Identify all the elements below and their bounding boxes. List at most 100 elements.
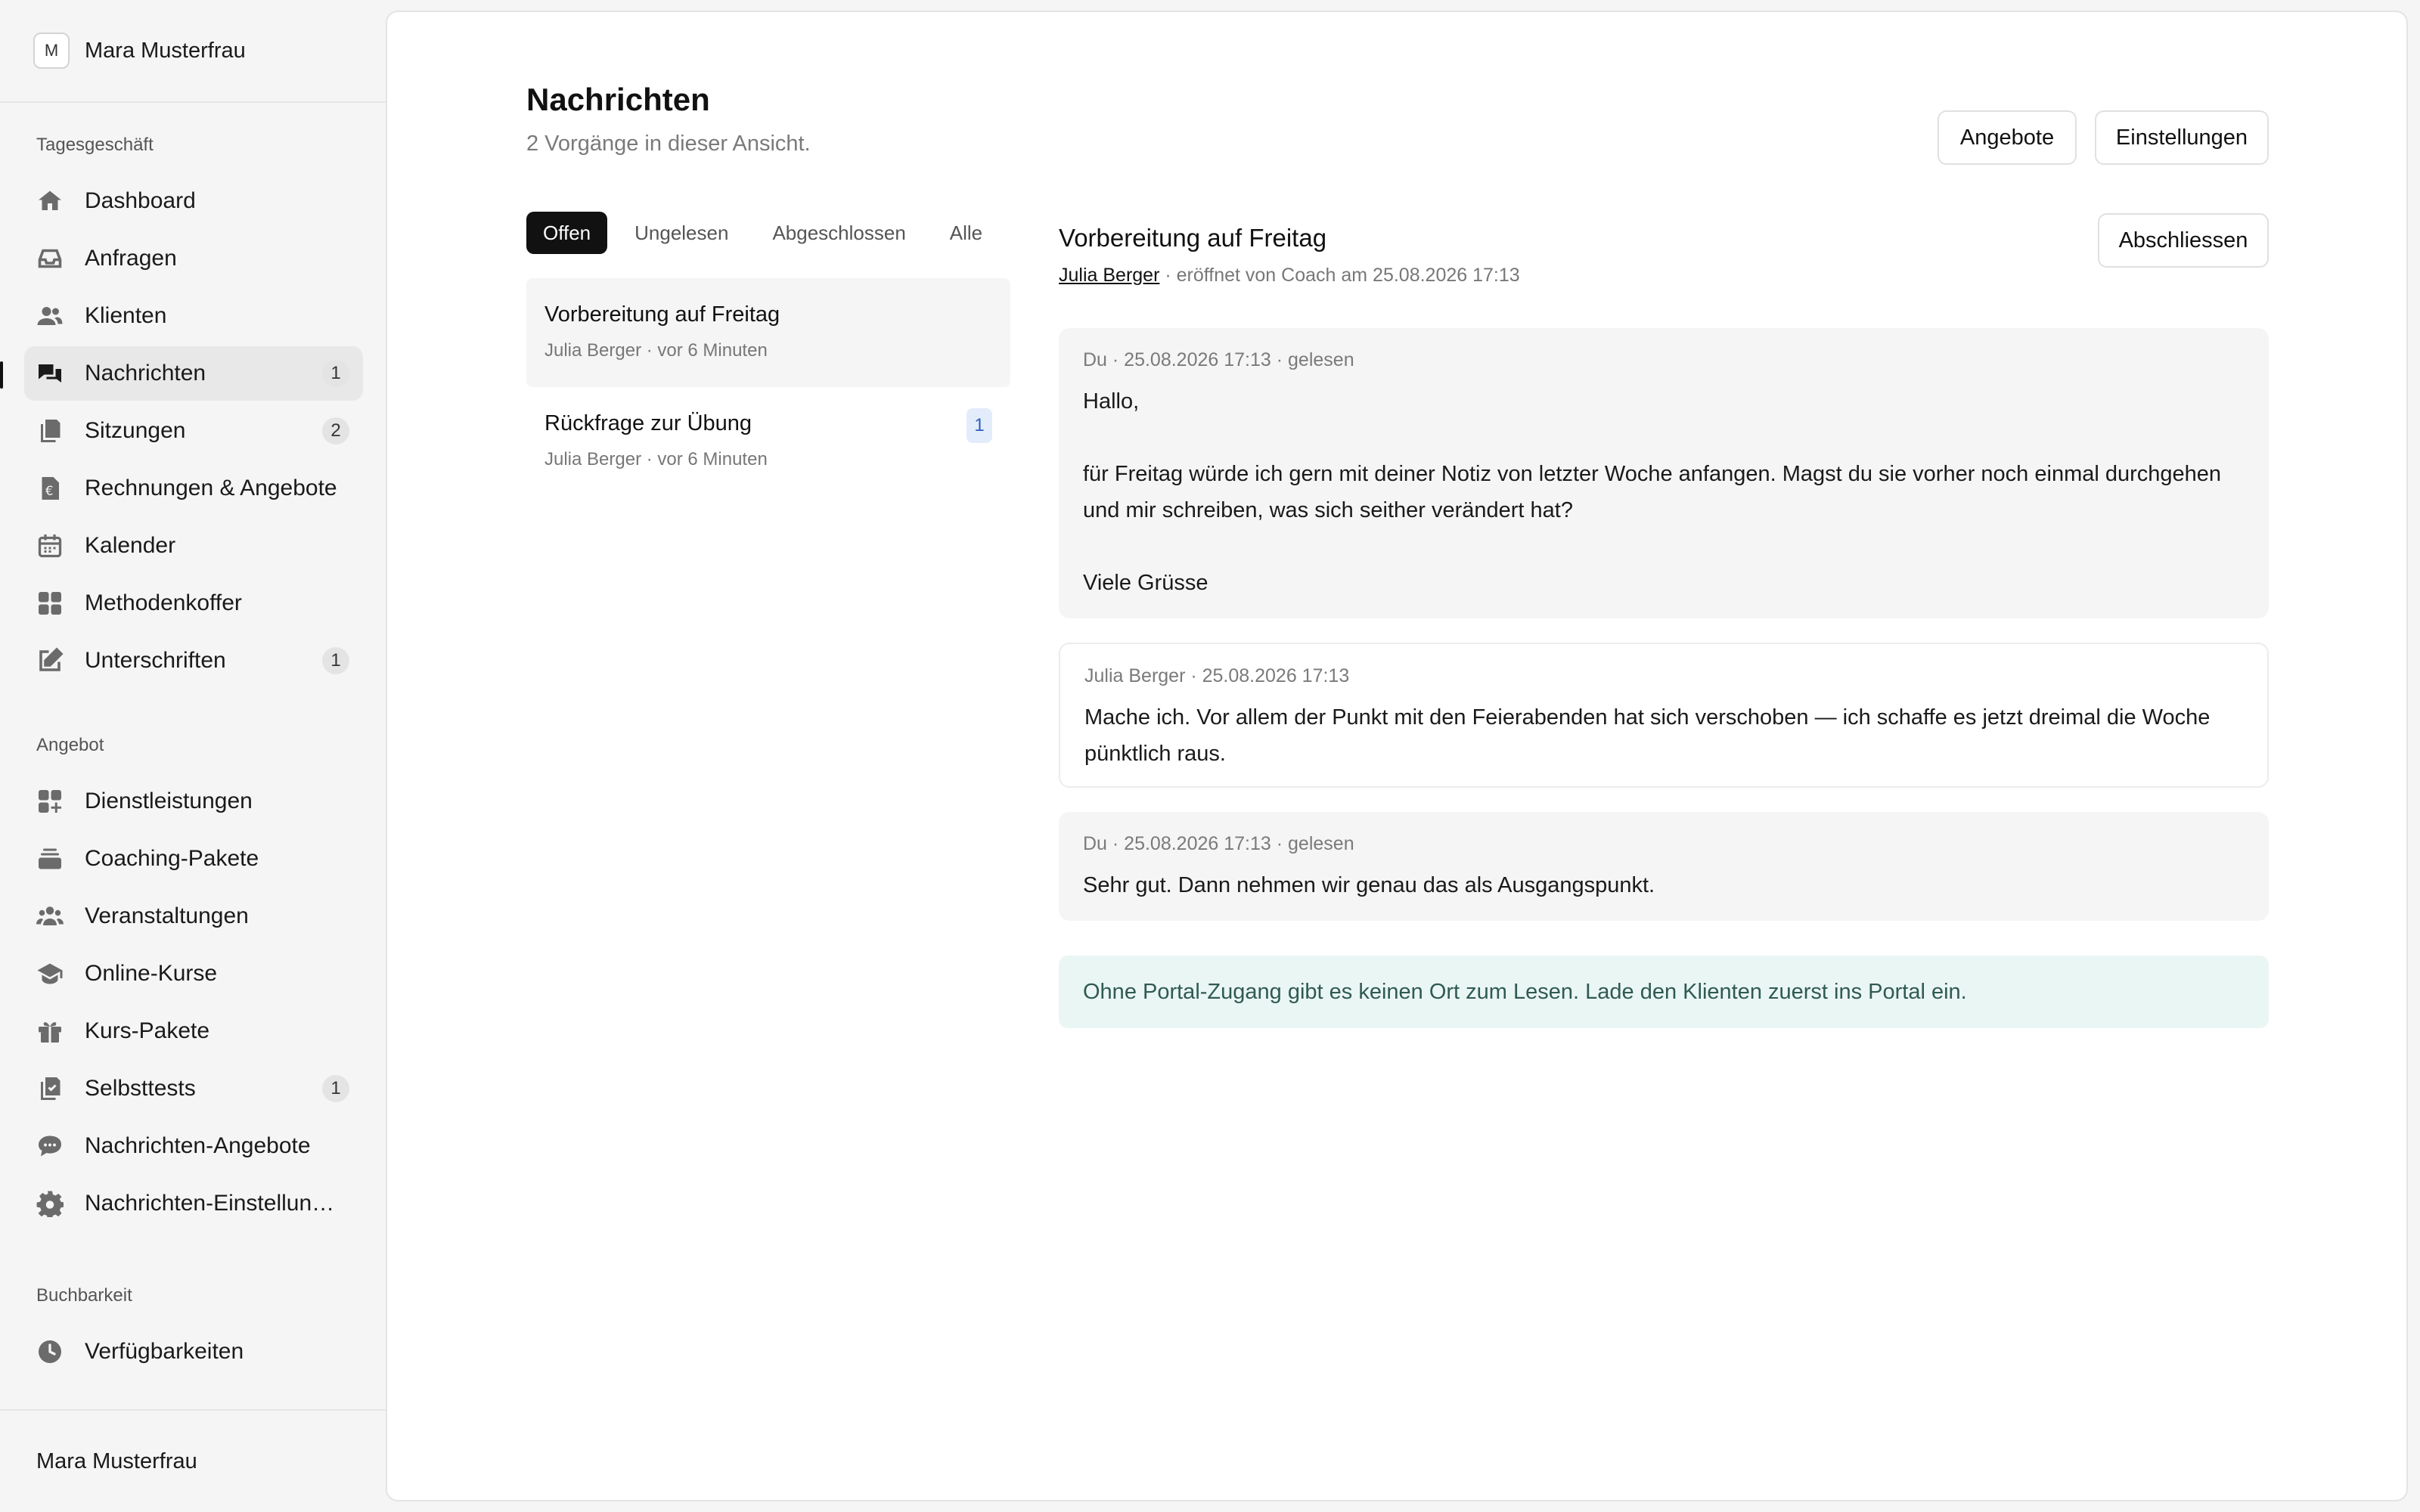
sidebar-item-anfragen[interactable]: Anfragen: [24, 231, 363, 286]
section-label-daily: Tagesgeschäft: [36, 135, 154, 155]
euro-document-icon: €: [36, 475, 64, 502]
sidebar-item-label: Dienstleistungen: [85, 789, 253, 813]
page-subtitle: 2 Vorgänge in dieser Ansicht.: [526, 132, 811, 156]
page-title: Nachrichten: [526, 82, 710, 117]
main-panel: Nachrichten 2 Vorgänge in dieser Ansicht…: [386, 11, 2408, 1501]
sidebar-item-verfuegbarkeiten[interactable]: Verfügbarkeiten: [24, 1325, 363, 1379]
thread-meta: Julia Berger · vor 6 Minuten: [544, 449, 768, 469]
message-meta: Du · 25.08.2026 17:13 · gelesen: [1083, 349, 1354, 370]
account-switcher[interactable]: M Mara Musterfrau: [0, 0, 386, 103]
sidebar-item-dashboard[interactable]: Dashboard: [24, 174, 363, 228]
sidebar-item-nachrichten-einstellungen[interactable]: Nachrichten-Einstellung…: [24, 1176, 363, 1231]
portal-access-notice: Ohne Portal-Zugang gibt es keinen Ort zu…: [1059, 956, 2269, 1028]
sidebar-item-nachrichten[interactable]: Nachrichten 1: [24, 346, 363, 401]
close-thread-button[interactable]: Abschliessen: [2098, 213, 2269, 268]
sidebar-item-klienten[interactable]: Klienten: [24, 289, 363, 343]
calendar-icon: [36, 532, 64, 559]
sidebar-item-kalender[interactable]: Kalender: [24, 519, 363, 573]
thread-title: Rückfrage zur Übung: [544, 411, 752, 435]
users-icon: [36, 302, 64, 330]
speech-bubble-icon: [36, 1132, 64, 1160]
message-body: Hallo, für Freitag würde ich gern mit de…: [1083, 389, 2222, 595]
tab-alle[interactable]: Alle: [933, 212, 999, 254]
sidebar-item-label: Coaching-Pakete: [85, 846, 259, 871]
chat-bubbles-icon: [36, 360, 64, 387]
client-link[interactable]: Julia Berger: [1059, 265, 1159, 286]
account-name: Mara Musterfrau: [85, 38, 246, 63]
tab-offen[interactable]: Offen: [526, 212, 608, 254]
sidebar-item-label: Online-Kurse: [85, 961, 218, 986]
graduation-cap-icon: [36, 960, 64, 987]
documents-icon: [36, 417, 64, 445]
inbox-icon: [36, 245, 64, 272]
sidebar-item-label: Sitzungen: [85, 418, 186, 443]
sidebar-item-nachrichten-angebote[interactable]: Nachrichten-Angebote: [24, 1119, 363, 1173]
message-meta: Du · 25.08.2026 17:13 · gelesen: [1083, 833, 1354, 854]
offers-button[interactable]: Angebote: [1938, 110, 2077, 165]
settings-button[interactable]: Einstellungen: [2095, 110, 2269, 165]
sidebar-item-veranstaltungen[interactable]: Veranstaltungen: [24, 889, 363, 943]
conversation-meta: Julia Berger · eröffnet von Coach am 25.…: [1059, 265, 1520, 287]
sidebar-item-coaching-pakete[interactable]: Coaching-Pakete: [24, 832, 363, 886]
pencil-square-icon: [36, 647, 64, 674]
sidebar-item-label: Klienten: [85, 303, 167, 328]
home-icon: [36, 187, 64, 215]
clock-icon: [36, 1338, 64, 1365]
grid-icon: [36, 590, 64, 617]
thread-meta: Julia Berger · vor 6 Minuten: [544, 340, 768, 361]
message-incoming: Julia Berger · 25.08.2026 17:13 Mache ic…: [1059, 643, 2269, 788]
thread-list-item[interactable]: Rückfrage zur Übung Julia Berger · vor 6…: [526, 387, 1010, 496]
thread-title: Vorbereitung auf Freitag: [544, 302, 780, 327]
sidebar-item-sitzungen[interactable]: Sitzungen 2: [24, 404, 363, 458]
sidebar-item-label: Unterschriften: [85, 648, 226, 673]
sidebar-footer-user[interactable]: Mara Musterfrau: [0, 1409, 386, 1512]
stack-icon: [36, 845, 64, 872]
sidebar-nav[interactable]: Tagesgeschäft Dashboard Anfragen Kliente…: [0, 104, 386, 1408]
sidebar-item-dienstleistungen[interactable]: Dienstleistungen: [24, 774, 363, 829]
conversation-meta-text: · eröffnet von Coach am 25.08.2026 17:13: [1159, 265, 1520, 286]
message-outgoing: Du · 25.08.2026 17:13 · gelesen Hallo, f…: [1059, 328, 2269, 618]
sidebar-item-label: Rechnungen & Angebote: [85, 476, 337, 500]
thread-list-item[interactable]: Vorbereitung auf Freitag Julia Berger · …: [526, 278, 1010, 387]
sidebar-item-label: Dashboard: [85, 188, 196, 213]
message-meta: Julia Berger · 25.08.2026 17:13: [1084, 665, 1350, 686]
sidebar-item-label: Verfügbarkeiten: [85, 1339, 244, 1364]
message-body: Sehr gut. Dann nehmen wir genau das als …: [1083, 873, 1655, 897]
sidebar-item-label: Veranstaltungen: [85, 903, 249, 928]
unread-badge: 1: [966, 408, 992, 443]
sidebar-item-label: Nachrichten-Einstellung…: [85, 1191, 346, 1216]
message-body: Mache ich. Vor allem der Punkt mit den F…: [1084, 705, 2211, 766]
gift-icon: [36, 1018, 64, 1045]
count-badge: 2: [322, 417, 349, 445]
checklist-icon: [36, 1075, 64, 1102]
sidebar-item-label: Kurs-Pakete: [85, 1018, 210, 1043]
sidebar-item-label: Selbsttests: [85, 1076, 196, 1101]
sidebar-item-label: Methodenkoffer: [85, 590, 242, 615]
avatar: M: [33, 33, 70, 69]
count-badge: 1: [322, 1075, 349, 1102]
gear-icon: [36, 1190, 64, 1217]
sidebar-item-label: Nachrichten-Angebote: [85, 1133, 311, 1158]
sidebar-item-selbsttests[interactable]: Selbsttests 1: [24, 1061, 363, 1116]
sidebar-item-methodenkoffer[interactable]: Methodenkoffer: [24, 576, 363, 631]
sidebar-item-label: Kalender: [85, 533, 176, 558]
section-label-booking: Buchbarkeit: [36, 1285, 132, 1306]
group-icon: [36, 903, 64, 930]
count-badge: 1: [322, 647, 349, 674]
sidebar-item-kurs-pakete[interactable]: Kurs-Pakete: [24, 1004, 363, 1058]
count-badge: 1: [322, 360, 349, 387]
sidebar: M Mara Musterfrau Tagesgeschäft Dashboar…: [0, 0, 386, 1512]
sidebar-item-rechnungen[interactable]: € Rechnungen & Angebote: [24, 461, 363, 516]
sidebar-item-label: Nachrichten: [85, 361, 206, 386]
sidebar-item-unterschriften[interactable]: Unterschriften 1: [24, 634, 363, 688]
svg-text:€: €: [45, 484, 54, 498]
tab-abgeschlossen[interactable]: Abgeschlossen: [755, 212, 922, 254]
sidebar-item-label: Anfragen: [85, 246, 177, 271]
tab-ungelesen[interactable]: Ungelesen: [618, 212, 745, 254]
sidebar-item-online-kurse[interactable]: Online-Kurse: [24, 947, 363, 1001]
conversation-title: Vorbereitung auf Freitag: [1059, 224, 1327, 252]
active-indicator: [0, 361, 3, 389]
message-outgoing: Du · 25.08.2026 17:13 · gelesen Sehr gut…: [1059, 812, 2269, 921]
section-label-offer: Angebot: [36, 735, 104, 755]
filter-tabs: Offen Ungelesen Abgeschlossen Alle: [526, 212, 1010, 254]
